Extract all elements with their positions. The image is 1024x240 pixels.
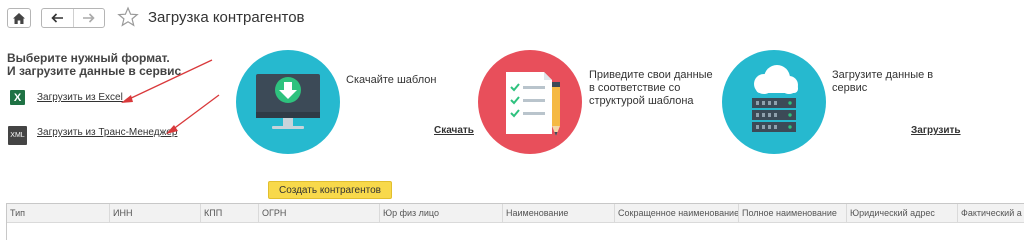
excel-icon[interactable]: X [10,90,25,105]
home-icon [13,12,25,24]
format-data-illustration [478,50,582,154]
download-link[interactable]: Скачать [434,125,474,136]
arrow-left-icon [51,13,63,23]
create-counterparties-button[interactable]: Создать контрагентов [268,181,392,199]
back-button[interactable] [42,9,73,27]
upload-from-excel-link[interactable]: Загрузить из Excel [37,92,123,103]
column-header-short-name[interactable]: Сокращенное наименование [615,204,739,223]
cloud-server-icon [752,65,798,132]
star-icon[interactable] [117,6,139,28]
step-2-text: Приведите свои данные в соответствие со … [589,69,713,107]
xml-icon[interactable]: XML [8,126,27,145]
instructions-line-2: И загрузите данные в сервис [7,64,182,78]
column-header-type[interactable]: Тип [7,204,110,223]
monitor-download-icon [256,74,320,129]
column-header-name[interactable]: Наименование [503,204,615,223]
page-title: Загрузка контрагентов [148,9,305,26]
column-header-inn[interactable]: ИНН [110,204,201,223]
download-template-illustration [236,50,340,154]
checklist-pencil-icon [506,72,560,136]
column-header-kpp[interactable]: КПП [201,204,259,223]
home-button[interactable] [7,8,31,28]
step-1-text: Скачайте шаблон [346,74,437,86]
column-header-ogrn[interactable]: ОГРН [259,204,380,223]
arrow-right-icon [83,13,95,23]
upload-data-illustration [722,50,826,154]
column-header-entity-type[interactable]: Юр физ лицо [380,204,503,223]
upload-from-trans-manager-link[interactable]: Загрузить из Транс-Менеджер [37,127,177,138]
upload-link[interactable]: Загрузить [911,125,961,136]
column-header-full-name[interactable]: Полное наименование [739,204,847,223]
forward-button[interactable] [72,9,105,27]
counterparties-table[interactable]: Тип ИНН КПП ОГРН Юр физ лицо Наименовани… [6,203,1024,240]
column-header-legal-address[interactable]: Юридический адрес [847,204,958,223]
step-3-text: Загрузите данные в сервис [832,69,934,94]
instructions: Выберите нужный формат. И загрузите данн… [7,52,181,78]
navigation-buttons [41,8,105,28]
column-header-actual-address[interactable]: Фактический а [958,204,1024,223]
table-header: Тип ИНН КПП ОГРН Юр физ лицо Наименовани… [7,204,1024,223]
